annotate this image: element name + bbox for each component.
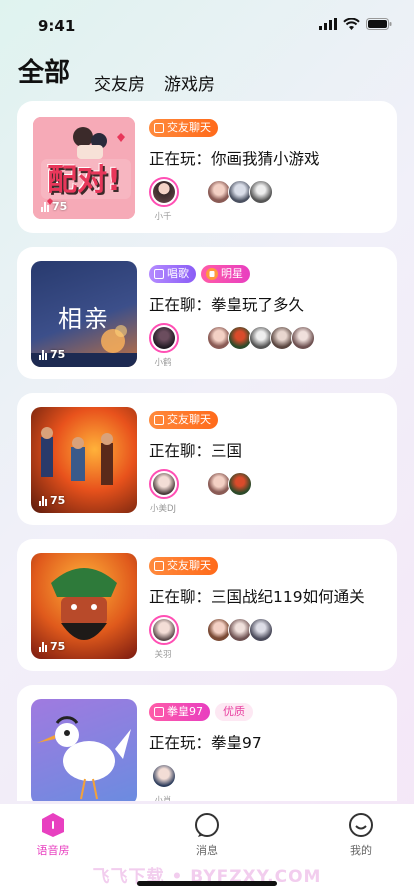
- room-topic: 正在聊：三国战纪119如何通关: [149, 588, 365, 606]
- sound-bars-icon: [41, 201, 49, 212]
- home-icon: [154, 561, 164, 571]
- listener-count-value: 75: [50, 348, 66, 361]
- host-name: 小千: [154, 212, 172, 222]
- avatar: [149, 615, 179, 645]
- tab-voice-room[interactable]: 语音房: [18, 812, 88, 858]
- host-avatar[interactable]: 小鹤: [149, 323, 181, 368]
- room-badges: 拳皇97 优质: [149, 703, 253, 721]
- quality-badge: 优质: [215, 703, 253, 721]
- tab-label: 语音房: [36, 844, 70, 857]
- room-cover: [31, 699, 137, 801]
- host-name: 小美DJ: [149, 504, 177, 514]
- host-name: 关羽: [154, 650, 172, 660]
- avatar: [228, 472, 252, 496]
- home-icon: [154, 123, 164, 133]
- avatar: [249, 180, 273, 204]
- tab-social-room[interactable]: 交友房: [94, 70, 145, 95]
- profile-smile-icon: [349, 813, 373, 837]
- room-badges: 唱歌 明星: [149, 265, 250, 283]
- member-avatars[interactable]: [207, 180, 273, 204]
- tag-label: 优质: [223, 705, 245, 718]
- avatar: [149, 177, 179, 207]
- room-card[interactable]: 75 交友聊天 正在聊：三国 小美DJ: [17, 393, 397, 525]
- tab-messages[interactable]: 消息: [172, 812, 242, 858]
- host-name: 小肖: [154, 796, 172, 801]
- room-cover: 75: [31, 553, 137, 659]
- status-icons: [319, 18, 392, 30]
- tag-badge: 明星: [201, 265, 250, 283]
- room-badges: 交友聊天: [149, 557, 218, 575]
- listener-count-value: 75: [50, 640, 66, 653]
- room-cover: 相亲 75: [31, 261, 137, 367]
- category-tabs: 全部 交友房 游戏房: [18, 52, 396, 95]
- tag-label: 明星: [221, 267, 243, 280]
- cover-title: 相亲: [58, 305, 110, 333]
- room-topic: 正在聊：拳皇玩了多久: [149, 296, 305, 314]
- room-card[interactable]: 拳皇97 优质 正在玩：拳皇97 小肖: [17, 685, 397, 801]
- listener-count: 75: [39, 640, 65, 653]
- tag-label: 交友聊天: [167, 121, 211, 134]
- room-card[interactable]: 75 交友聊天 正在聊：三国战纪119如何通关 关羽: [17, 539, 397, 671]
- status-time: 9:41: [38, 17, 76, 35]
- room-badges: 交友聊天: [149, 119, 218, 137]
- tag-label: 唱歌: [167, 267, 189, 280]
- room-topic: 正在聊：三国: [149, 442, 243, 460]
- tag-badge: 交友聊天: [149, 557, 218, 575]
- room-card[interactable]: 相亲 75 唱歌 明星 正在聊：拳皇玩了多久 小鹤: [17, 247, 397, 379]
- host-avatar[interactable]: 小美DJ: [149, 469, 181, 514]
- tag-badge: 交友聊天: [149, 411, 218, 429]
- voice-room-icon: [42, 813, 64, 837]
- avatar: [291, 326, 315, 350]
- status-bar: 9:41: [0, 0, 414, 50]
- host-name: 小鹤: [154, 358, 172, 368]
- host-avatar[interactable]: 关羽: [149, 615, 181, 660]
- home-icon: [154, 269, 164, 279]
- avatar: [149, 469, 179, 499]
- tab-mine[interactable]: 我的: [326, 812, 396, 858]
- listener-count-value: 75: [50, 494, 66, 507]
- home-icon: [154, 415, 164, 425]
- home-indicator[interactable]: [137, 881, 277, 886]
- room-cover: 75: [31, 407, 137, 513]
- room-cover: 配对! 75: [31, 115, 137, 221]
- tag-badge: 拳皇97: [149, 703, 210, 721]
- tab-game-room[interactable]: 游戏房: [164, 70, 215, 95]
- sound-bars-icon: [39, 495, 47, 506]
- room-card[interactable]: 配对! 75 交友聊天 正在玩：你画我猜小游戏 小千: [17, 101, 397, 233]
- listener-count: 75: [39, 348, 65, 361]
- avatar: [149, 761, 179, 791]
- host-avatar[interactable]: 小肖: [149, 761, 181, 801]
- room-list: 配对! 75 交友聊天 正在玩：你画我猜小游戏 小千 相亲 75 唱歌 明星 正…: [17, 101, 397, 801]
- cover-illustration: [37, 716, 131, 800]
- avatar: [149, 323, 179, 353]
- sound-bars-icon: [39, 641, 47, 652]
- sound-bars-icon: [39, 349, 47, 360]
- listener-count-value: 75: [52, 200, 68, 213]
- host-avatar[interactable]: 小千: [149, 177, 181, 222]
- tab-all[interactable]: 全部: [18, 52, 70, 89]
- tag-badge: 唱歌: [149, 265, 196, 283]
- listener-count: 75: [41, 200, 67, 213]
- member-avatars[interactable]: [207, 472, 252, 496]
- message-icon: [195, 813, 219, 837]
- avatar: [249, 618, 273, 642]
- tag-label: 交友聊天: [167, 413, 211, 426]
- room-topic: 正在玩：拳皇97: [149, 734, 262, 752]
- listener-count: 75: [39, 494, 65, 507]
- tab-label: 我的: [350, 844, 372, 857]
- star-book-icon: [206, 268, 218, 280]
- room-topic: 正在玩：你画我猜小游戏: [149, 150, 320, 168]
- member-avatars[interactable]: [207, 326, 315, 350]
- battery-icon: [366, 18, 392, 30]
- tab-label: 消息: [196, 844, 218, 857]
- tag-label: 拳皇97: [167, 705, 203, 718]
- cover-title: 配对!: [47, 163, 121, 198]
- tag-label: 交友聊天: [167, 559, 211, 572]
- room-badges: 交友聊天: [149, 411, 218, 429]
- member-avatars[interactable]: [207, 618, 273, 642]
- signal-icon: [319, 18, 337, 30]
- home-icon: [154, 707, 164, 717]
- tag-badge: 交友聊天: [149, 119, 218, 137]
- wifi-icon: [343, 18, 360, 30]
